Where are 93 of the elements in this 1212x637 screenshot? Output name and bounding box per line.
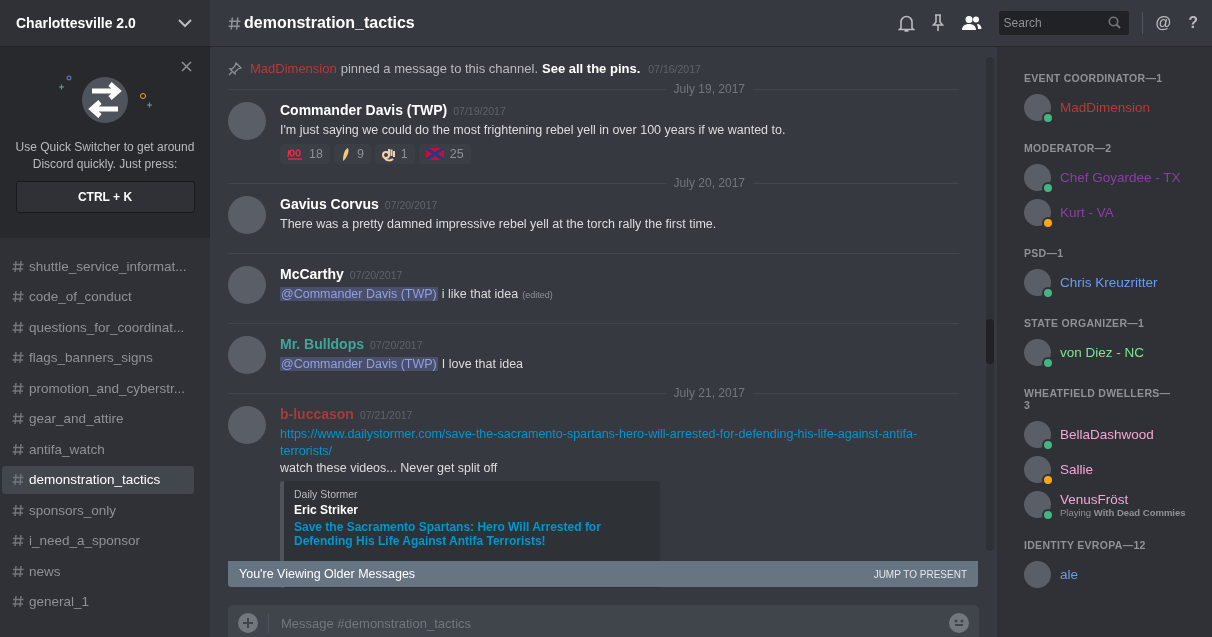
hash-icon [12,595,24,608]
close-icon[interactable] [181,61,192,72]
hash-icon [12,381,24,395]
member-name[interactable]: Sallie [1060,462,1094,477]
message-text: I love that idea [441,357,524,371]
help-button[interactable]: ? [1188,14,1198,32]
avatar[interactable] [1024,269,1051,296]
activity-text: Playing With Dead Commies [1060,506,1186,518]
avatar[interactable] [1024,164,1051,191]
channel-item[interactable]: demonstration_tactics [2,465,194,494]
member-name[interactable]: von Diez - NC [1060,345,1145,360]
message-text: There was a pretty damned impressive rebel yell at the torch rally the first time. [280,217,717,231]
role-heading: EVENT COORDINATOR—1 [1024,72,1164,84]
reaction-button[interactable]: 25 [418,144,471,164]
channel-item[interactable]: sponsors_only [2,496,194,524]
embed-title[interactable]: Save the Sacramento Spartans: Hero Will Arrested for Defending His Life Against Antifa Terrorists! [294,520,650,548]
hash-icon [12,564,24,578]
date-divider: July 21, 2017 [673,386,745,400]
user-mention[interactable]: @Commander Davis (TWP) [280,357,438,371]
edited-label: (edited) [522,290,553,300]
bell-icon[interactable] [897,13,915,33]
crescent-emoji-icon [340,146,351,162]
chevron-icon [178,18,192,28]
embed-author: Eric Striker [294,503,360,517]
channel-item[interactable]: antifa_watch [2,435,194,463]
channel-item[interactable]: promotion_and_cyberstr... [2,374,194,402]
channel-item[interactable]: news [2,557,194,585]
search-icon [1107,16,1121,29]
hash-icon [12,503,24,517]
reaction-button[interactable]: 18 [280,144,330,164]
avatar[interactable] [1024,456,1051,483]
hash-icon [12,259,24,273]
channel-item[interactable]: code_of_conduct [2,282,194,311]
ok-hand-emoji-icon [381,146,395,162]
mentions-button[interactable]: @ [1155,14,1172,32]
role-heading: IDENTITY EVROPA—12 [1024,539,1147,551]
role-heading: STATE ORGANIZER—1 [1024,317,1146,329]
hash-icon [12,412,24,425]
member-name[interactable]: MadDimension [1060,100,1151,115]
author-name[interactable]: Commander Davis (TWP) [280,102,448,118]
message-link[interactable]: https://www.dailystormer.com/save-the-sacramento-spartans-hero-will-arrested-for-defending-his-life-against-antifa-terrorists/ [280,426,920,460]
older-messages-text: You're Viewing Older Messages [239,567,416,581]
server-name: Charlottesville 2.0 [16,15,136,31]
channel-item[interactable]: questions_for_coordinat... [2,313,194,341]
user-mention[interactable]: @Commander Davis (TWP) [280,287,438,301]
message-text: watch these videos... Never get split off [280,461,498,475]
author-name[interactable]: Mr. Bulldops [280,336,364,352]
avatar[interactable] [1024,339,1051,366]
message-text: I'm just saying we could do the most frightening rebel yell in over 100 years if we wanted to. [280,123,786,137]
member-name[interactable]: ale [1060,567,1078,582]
reaction-button[interactable]: 9 [333,144,371,164]
hash-icon [12,442,24,456]
channel-item[interactable]: flags_banners_signs [2,343,194,372]
channel-item[interactable]: gear_and_attire [2,404,194,433]
flag-emoji-icon [425,148,444,160]
shortcut-button[interactable]: CTRL + K [15,181,195,213]
member-name[interactable]: BellaDashwood [1060,427,1154,442]
avatar[interactable] [1024,491,1051,518]
author-name[interactable]: McCarthy [280,266,344,282]
hash-icon [12,290,24,303]
date-divider: July 19, 2017 [673,82,745,96]
hash-icon [12,473,24,486]
hash-icon [12,320,24,334]
quick-switcher-text: Use Quick Switcher to get around Discord quickly. Just press: [14,139,196,173]
pin-icon [228,61,242,76]
see-pins-link[interactable]: See all the pins. [542,61,641,76]
role-heading: MODERATOR—2 [1024,142,1113,154]
hash-icon [12,351,24,364]
role-heading: PSD—1 [1024,247,1065,259]
channel-item[interactable]: general_1 [2,587,194,616]
avatar[interactable] [1024,94,1051,121]
pin-icon[interactable] [931,14,944,32]
channel-item[interactable]: i_need_a_sponsor [2,526,194,555]
hash-icon [12,534,24,547]
pin-notice-text: pinned a message to this channel. [340,61,538,76]
role-heading: WHEATFIELD DWELLERS—3 [1024,387,1172,411]
jump-to-present-button[interactable]: JUMP TO PRESENT [873,568,967,580]
hundred-emoji-icon [287,147,303,161]
member-name[interactable]: VenusFröst [1060,491,1186,507]
members-icon[interactable] [960,15,982,31]
message-text: i like that idea [441,287,519,301]
avatar[interactable] [1024,421,1051,448]
member-name[interactable]: Chris Kreuzritter [1060,275,1158,290]
search-field[interactable]: Search [998,11,1129,35]
channel-item[interactable]: shuttle_service_informat... [2,252,194,280]
author-name[interactable]: Gavius Corvus [280,196,379,212]
channel-title: demonstration_tactics [244,14,415,32]
avatar[interactable] [1024,199,1051,226]
date-divider: July 20, 2017 [673,176,745,190]
reaction-button[interactable]: 1 [374,144,415,164]
embed-provider: Daily Stormer [294,488,359,500]
hash-icon [228,15,241,31]
scrollbar[interactable] [986,57,994,551]
